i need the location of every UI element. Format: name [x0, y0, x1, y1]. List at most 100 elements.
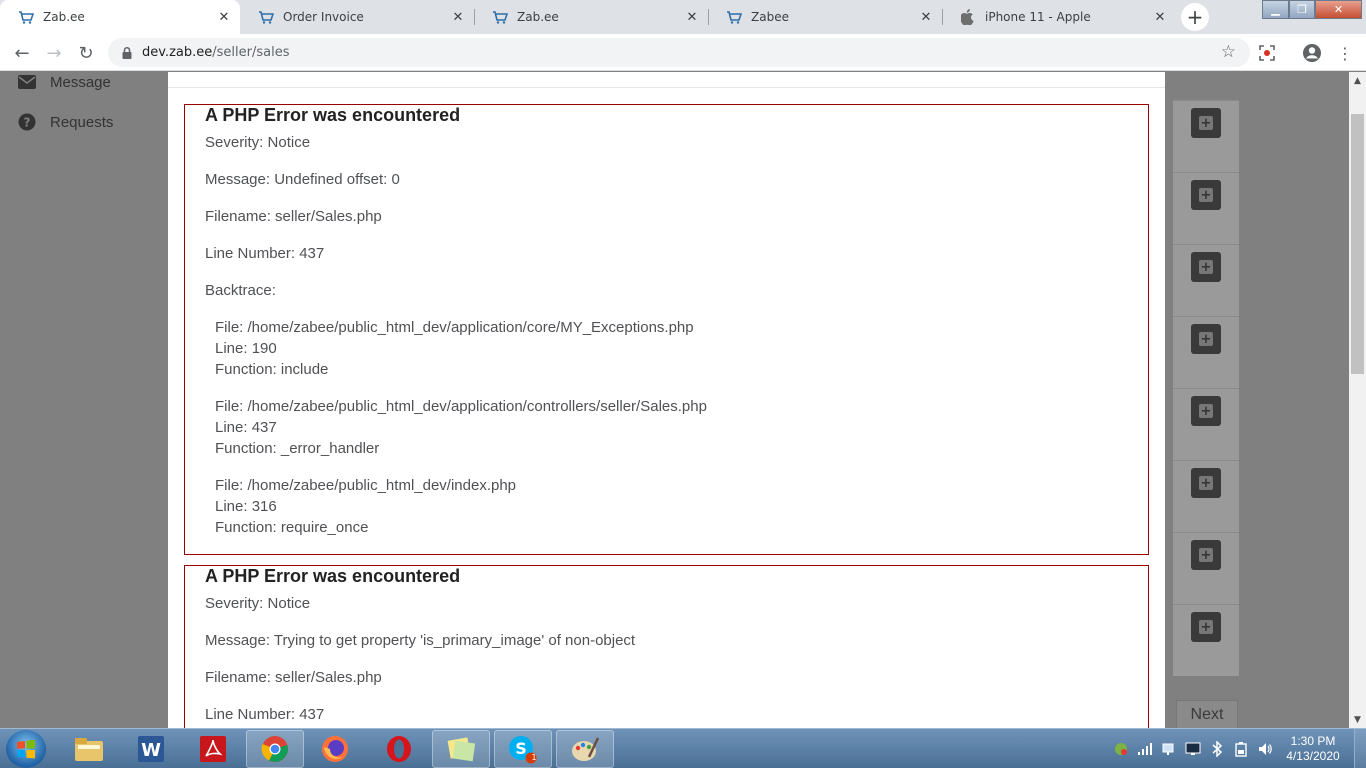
scroll-up-arrow-icon[interactable]: ▲ — [1349, 72, 1366, 89]
start-button[interactable] — [6, 730, 46, 768]
backtrace-label: Backtrace: — [205, 282, 276, 299]
show-desktop-button[interactable] — [1354, 729, 1366, 768]
plus-square-icon: + — [1199, 619, 1213, 635]
taskbar-skype[interactable]: S 1 — [494, 730, 552, 768]
plus-square-icon: + — [1199, 331, 1213, 347]
forward-button[interactable]: → — [42, 41, 66, 65]
bluetooth-icon[interactable] — [1209, 741, 1225, 757]
network-icon[interactable] — [1161, 741, 1177, 757]
backtrace-file: File: /home/zabee/public_html_dev/applic… — [215, 319, 694, 336]
expand-row-button[interactable]: + — [1191, 396, 1221, 426]
page-viewport: Message ? Requests + + + + + + + + Next … — [0, 72, 1349, 728]
taskbar-word[interactable]: W — [122, 730, 180, 768]
taskbar-firefox[interactable] — [306, 730, 364, 768]
expand-row-button[interactable]: + — [1191, 180, 1221, 210]
expand-row-button[interactable]: + — [1191, 324, 1221, 354]
table-row: + — [1173, 244, 1239, 316]
menu-kebab-icon[interactable]: ⋮ — [1334, 42, 1356, 64]
close-tab-icon[interactable]: ✕ — [450, 9, 466, 25]
taskbar-file-explorer[interactable] — [60, 730, 118, 768]
plus-square-icon: + — [1199, 115, 1213, 131]
lock-icon — [120, 45, 134, 59]
tab-title: iPhone 11 - Apple — [985, 10, 1091, 24]
taskbar-chrome[interactable] — [246, 730, 304, 768]
table-row: + — [1173, 460, 1239, 532]
scroll-down-arrow-icon[interactable]: ▼ — [1349, 711, 1366, 728]
question-circle-icon: ? — [18, 113, 36, 131]
url-host: dev.zab.ee — [142, 45, 213, 60]
error-line-number: Line Number: 437 — [205, 706, 325, 723]
system-tray — [1113, 729, 1281, 768]
tab-iphone-apple[interactable]: iPhone 11 - Apple ✕ — [942, 0, 1176, 34]
back-button[interactable]: ← — [10, 41, 34, 65]
tab-zabee-3[interactable]: Zabee ✕ — [708, 0, 942, 34]
expand-row-button[interactable]: + — [1191, 252, 1221, 282]
table-row: + — [1173, 172, 1239, 244]
windows-logo-icon — [17, 739, 35, 759]
signal-strength-icon[interactable] — [1137, 741, 1153, 757]
close-window-button[interactable]: ✕ — [1315, 0, 1362, 19]
tab-order-invoice[interactable]: Order Invoice ✕ — [240, 0, 474, 34]
close-tab-icon[interactable]: ✕ — [1152, 9, 1168, 25]
envelope-icon — [18, 73, 36, 91]
backtrace-entry: File: /home/zabee/public_html_dev/applic… — [215, 317, 1148, 380]
close-tab-icon[interactable]: ✕ — [684, 9, 700, 25]
new-tab-button[interactable]: + — [1181, 3, 1209, 31]
expand-row-button[interactable]: + — [1191, 540, 1221, 570]
expand-row-button[interactable]: + — [1191, 612, 1221, 642]
tab-zabee-2[interactable]: Zab.ee ✕ — [474, 0, 708, 34]
url-text: dev.zab.ee/seller/sales — [142, 45, 289, 60]
reload-button[interactable]: ↻ — [74, 41, 98, 65]
acrobat-icon — [200, 736, 226, 762]
power-battery-icon[interactable] — [1233, 741, 1249, 757]
taskbar-opera[interactable] — [370, 730, 428, 768]
error-severity: Severity: Notice — [205, 134, 311, 151]
sales-table-actions-column: + + + + + + + + — [1173, 100, 1239, 676]
tray-app-icon[interactable] — [1113, 741, 1129, 757]
screen-record-icon[interactable] — [1256, 42, 1278, 64]
scrollbar-thumb[interactable] — [1351, 114, 1364, 374]
browser-toolbar: ← → ↻ dev.zab.ee/seller/sales ☆ ⋮ — [0, 34, 1366, 71]
close-tab-icon[interactable]: ✕ — [918, 9, 934, 25]
table-row: + — [1173, 388, 1239, 460]
expand-row-button[interactable]: + — [1191, 108, 1221, 138]
maximize-button[interactable]: ❐ — [1289, 0, 1315, 19]
tab-title: Zabee — [751, 10, 789, 24]
sidebar-item-message[interactable]: Message — [18, 73, 111, 91]
error-message: Message: Undefined offset: 0 — [205, 171, 400, 188]
monitor-icon[interactable] — [1185, 741, 1201, 757]
taskbar-paint[interactable] — [556, 730, 614, 768]
backtrace-line: Line: 190 — [215, 340, 277, 357]
address-bar[interactable]: dev.zab.ee/seller/sales ☆ — [108, 38, 1250, 67]
sticky-notes-icon — [447, 737, 476, 762]
error-heading: A PHP Error was encountered — [205, 566, 461, 586]
table-row: + — [1173, 100, 1239, 172]
backtrace-function: Function: _error_handler — [215, 440, 380, 457]
zabee-cart-icon — [18, 9, 34, 25]
arrow-right-icon: → — [46, 42, 62, 64]
taskbar-acrobat[interactable] — [184, 730, 242, 768]
taskbar-sticky-notes[interactable] — [432, 730, 490, 768]
pagination-next-button[interactable]: Next — [1176, 700, 1238, 728]
tab-strip: Zab.ee ✕ Order Invoice ✕ Zab.ee ✕ Zabee … — [0, 0, 1366, 34]
minimize-button[interactable]: ▁ — [1262, 0, 1289, 19]
zabee-cart-icon — [258, 9, 274, 25]
minimize-icon: ▁ — [1271, 3, 1280, 16]
taskbar-clock[interactable]: 1:30 PM 4/13/2020 — [1285, 734, 1341, 764]
error-content-panel: A PHP Error was encountered Severity: No… — [168, 72, 1165, 728]
bookmark-star-icon[interactable]: ☆ — [1221, 42, 1236, 62]
skype-notification-badge: 1 — [531, 753, 537, 762]
sidebar-item-requests[interactable]: ? Requests — [18, 113, 113, 131]
chrome-icon — [261, 736, 288, 762]
page-scrollbar[interactable]: ▲ ▼ — [1349, 72, 1366, 728]
firefox-icon — [322, 736, 348, 762]
volume-icon[interactable] — [1257, 741, 1273, 757]
error-line-number: Line Number: 437 — [205, 245, 325, 262]
zabee-cart-icon — [726, 9, 742, 25]
expand-row-button[interactable]: + — [1191, 468, 1221, 498]
svg-text:W: W — [141, 740, 161, 761]
php-error-box: A PHP Error was encountered Severity: No… — [184, 565, 1149, 728]
close-tab-icon[interactable]: ✕ — [216, 9, 232, 25]
tab-zabee-1[interactable]: Zab.ee ✕ — [0, 0, 240, 34]
profile-avatar-icon[interactable] — [1301, 42, 1323, 64]
